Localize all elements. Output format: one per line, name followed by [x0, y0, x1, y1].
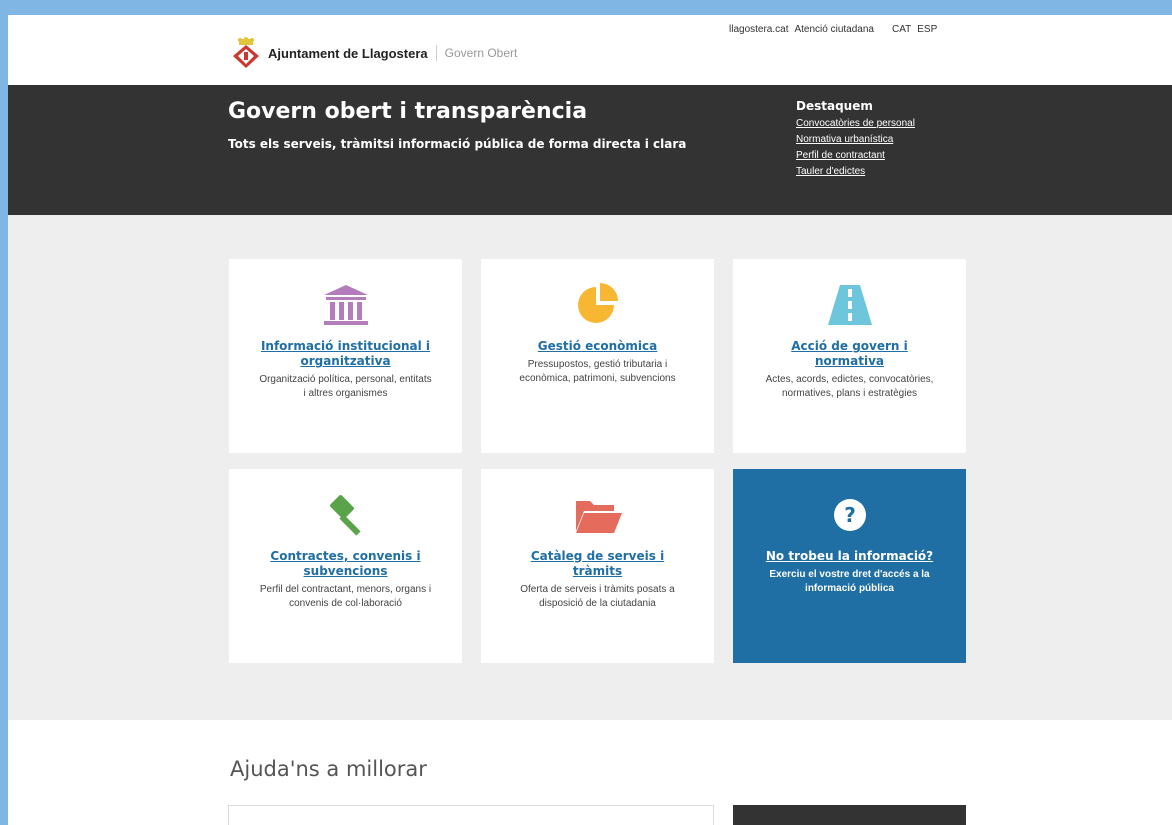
feedback-panel — [733, 805, 966, 825]
folder-icon — [575, 501, 622, 533]
question-icon: ? — [833, 499, 866, 531]
card-title[interactable]: Gestió econòmica — [481, 339, 714, 354]
card-description: Oferta de serveis i tràmits posats a dis… — [520, 584, 675, 609]
card-no-trobeu[interactable]: ? No trobeu la informació? Exerciu el vo… — [733, 469, 966, 663]
card-title[interactable]: No trobeu la informació? — [733, 549, 966, 564]
page-subtitle: Tots els serveis, tràmitsi informació pú… — [228, 137, 687, 151]
card-informacio-institucional[interactable]: Informació institucional i organitzativa… — [229, 259, 462, 453]
featured-link-perfil[interactable]: Perfil de contractant — [796, 150, 915, 161]
brand-divider — [435, 45, 437, 61]
featured-link-normativa[interactable]: Normativa urbanística — [796, 134, 915, 145]
card-description: Exerciu el vostre dret d'accés a la info… — [769, 569, 930, 594]
page-title: Govern obert i transparència — [228, 99, 588, 124]
logo[interactable]: Ajuntament de Llagostera Govern Obert — [230, 37, 517, 69]
card-contractes[interactable]: Contractes, convenis i subvencions Perfi… — [229, 469, 462, 663]
pie-chart-icon — [577, 283, 618, 323]
link-llagostera[interactable]: llagostera.cat — [729, 24, 788, 35]
card-title[interactable]: Acció de govern i normativa — [733, 339, 966, 369]
card-accio-govern[interactable]: Acció de govern i normativa Actes, acord… — [733, 259, 966, 453]
svg-text:?: ? — [844, 503, 856, 527]
card-description: Organització política, personal, entitat… — [259, 374, 432, 399]
institution-icon — [323, 285, 368, 325]
hero-banner: Govern obert i transparència Tots els se… — [8, 85, 1172, 215]
card-title[interactable]: Contractes, convenis i subvencions — [229, 549, 462, 579]
feedback-input[interactable] — [228, 805, 714, 825]
page: Ajuntament de Llagostera Govern Obert ll… — [8, 15, 1172, 825]
card-title[interactable]: Catàleg de serveis i tràmits — [481, 549, 714, 579]
category-grid: Informació institucional i organitzativa… — [8, 215, 1172, 720]
top-bar: Ajuntament de Llagostera Govern Obert ll… — [8, 15, 1172, 85]
coat-of-arms-icon — [233, 37, 259, 68]
card-description: Pressupostos, gestió tributaria i econòm… — [519, 359, 676, 384]
card-gestio-economica[interactable]: Gestió econòmica Pressupostos, gestió tr… — [481, 259, 714, 453]
featured-link-convocatories[interactable]: Convocatòries de personal — [796, 118, 915, 129]
gavel-icon — [329, 495, 361, 536]
card-description: Actes, acords, edictes, convocatòries, n… — [765, 374, 934, 399]
help-section-title: Ajuda'ns a millorar — [230, 757, 427, 781]
lang-cat[interactable]: CAT — [892, 24, 911, 35]
road-icon — [827, 285, 872, 325]
featured-link-tauler[interactable]: Tauler d'edictes — [796, 166, 915, 177]
top-links: llagostera.cat Atenció ciutadana CAT ESP — [729, 24, 937, 35]
card-description: Perfil del contractant, menors, organs i… — [259, 584, 432, 609]
brand-subtitle: Govern Obert — [444, 46, 518, 60]
featured-title: Destaquem — [796, 99, 873, 113]
link-atencio-ciutadana[interactable]: Atenció ciutadana — [794, 24, 874, 35]
card-title[interactable]: Informació institucional i organitzativa — [229, 339, 462, 369]
brand-name: Ajuntament de Llagostera — [268, 45, 428, 61]
lang-esp[interactable]: ESP — [917, 24, 937, 35]
card-cataleg-serveis[interactable]: Catàleg de serveis i tràmits Oferta de s… — [481, 469, 714, 663]
featured-links: Destaquem Convocatòries de personal Norm… — [796, 99, 915, 182]
